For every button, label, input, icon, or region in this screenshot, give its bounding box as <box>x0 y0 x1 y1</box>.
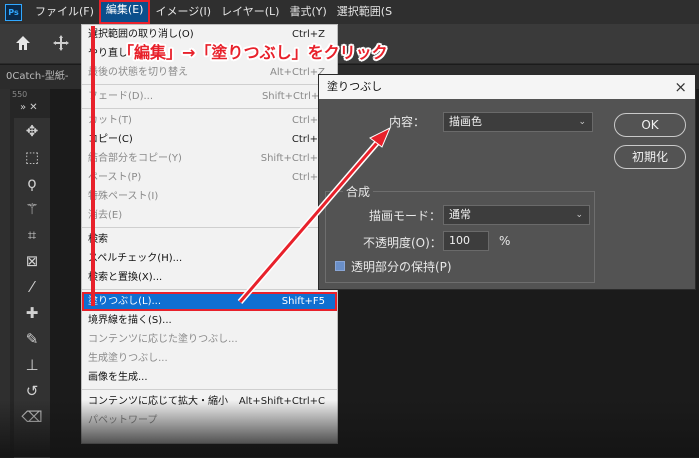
instruction-annotation: 「編集」→「塗りつぶし」をクリック <box>118 43 388 62</box>
callout-arrow-icon <box>237 126 391 304</box>
